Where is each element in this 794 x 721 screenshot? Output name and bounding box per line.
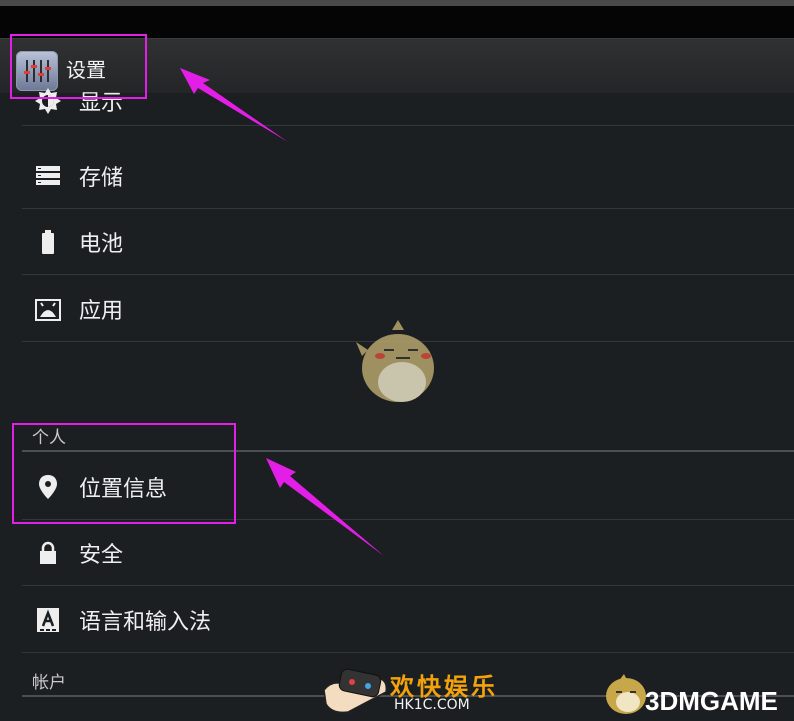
list-item-label: 语言和输入法 [79, 610, 212, 635]
highlight-box-location [12, 423, 236, 524]
highlight-box-title [10, 34, 147, 99]
list-item-security[interactable]: 安全 [22, 520, 794, 586]
list-item-language-input[interactable]: 语言和输入法 [22, 587, 794, 653]
list-item-label: 安全 [79, 543, 124, 568]
list-item-label: 电池 [79, 232, 124, 257]
list-item-storage[interactable]: 存储 [22, 143, 794, 209]
battery-icon [34, 228, 62, 256]
list-item-battery[interactable]: 电池 [22, 209, 794, 275]
divider [22, 585, 794, 586]
mascot-watermark-icon [356, 320, 434, 402]
arrow-annotation-bottom [266, 458, 384, 556]
divider [22, 652, 794, 653]
lock-icon [34, 539, 62, 567]
section-title: 帐户 [32, 673, 66, 693]
watermark-brand-text: DMGAME [659, 686, 778, 716]
divider [22, 125, 794, 126]
list-item-label: 应用 [79, 299, 124, 324]
divider [22, 274, 794, 275]
watermark-brand: 3DMGAME [645, 686, 778, 717]
list-item-label: 存储 [79, 166, 124, 191]
arrow-annotation-top [180, 68, 288, 142]
storage-icon [34, 162, 62, 190]
keyboard-a-icon [34, 606, 62, 634]
watermark-brand-number: 3 [645, 686, 660, 716]
watermark-url: HK1C.COM [394, 697, 470, 713]
apps-icon [34, 295, 62, 323]
